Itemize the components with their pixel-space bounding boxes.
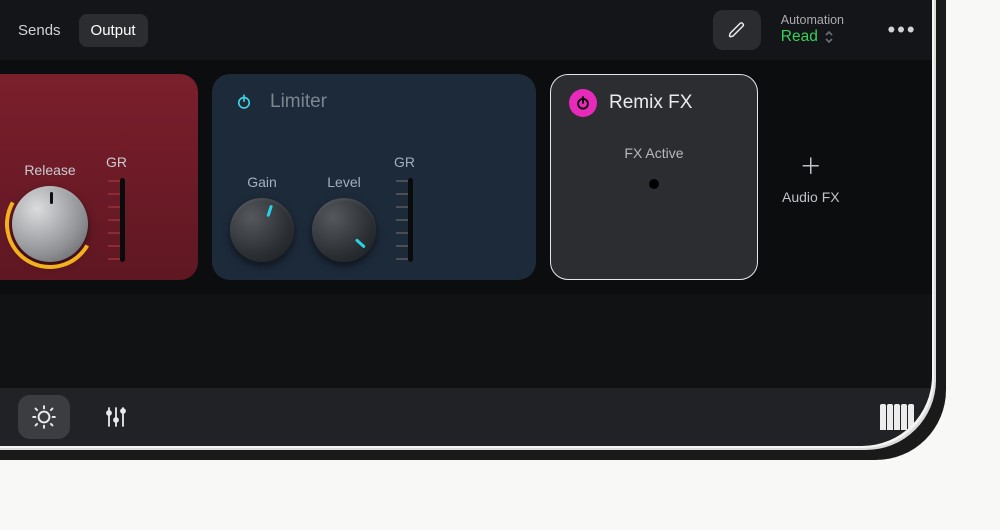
gr-label-b: GR [394, 154, 415, 170]
tab-sends[interactable]: Sends [6, 14, 73, 47]
plugin-title-remixfx: Remix FX [609, 92, 692, 114]
plus-icon: ＋ [800, 149, 822, 181]
keyboard-button[interactable] [880, 404, 914, 430]
plugin-card-compressor[interactable]: Release GR [0, 74, 198, 280]
tab-output[interactable]: Output [79, 14, 148, 47]
gr-meter-a [120, 178, 125, 262]
gain-knob[interactable] [230, 198, 294, 262]
power-icon [235, 93, 253, 111]
level-knob[interactable] [312, 198, 376, 262]
dial-icon [31, 404, 57, 430]
add-audiofx-label: Audio FX [782, 189, 840, 205]
knob-label-level: Level [327, 174, 360, 190]
add-audiofx-button[interactable]: ＋ Audio FX [772, 74, 850, 280]
plugin-title-limiter: Limiter [270, 91, 327, 113]
power-button-remixfx[interactable] [569, 89, 597, 117]
power-button-limiter[interactable] [230, 88, 258, 116]
automation-label: Automation [781, 13, 844, 28]
mixer-button[interactable] [90, 395, 142, 439]
power-icon [574, 94, 592, 112]
smart-controls-button[interactable] [18, 395, 70, 439]
automation-value: Read [781, 28, 818, 47]
knob-label-release: Release [24, 162, 75, 178]
pencil-icon [728, 21, 746, 39]
knob-label-gain: Gain [247, 174, 277, 190]
fx-active-led [649, 179, 659, 189]
gr-label-a: GR [106, 154, 127, 170]
automation-selector[interactable]: Automation Read [781, 13, 844, 47]
gr-meter-b [408, 178, 413, 262]
more-menu-button[interactable]: ••• [878, 10, 926, 50]
release-knob[interactable] [12, 186, 88, 262]
piano-icon [880, 404, 886, 430]
chevron-updown-icon [824, 30, 834, 46]
edit-pencil-button[interactable] [713, 10, 761, 50]
plugin-card-remixfx[interactable]: Remix FX FX Active [550, 74, 758, 280]
remixfx-status: FX Active [569, 145, 739, 161]
ellipsis-icon: ••• [887, 17, 916, 43]
plugin-card-limiter[interactable]: Limiter Gain Level GR [212, 74, 536, 280]
sliders-icon [104, 405, 128, 429]
